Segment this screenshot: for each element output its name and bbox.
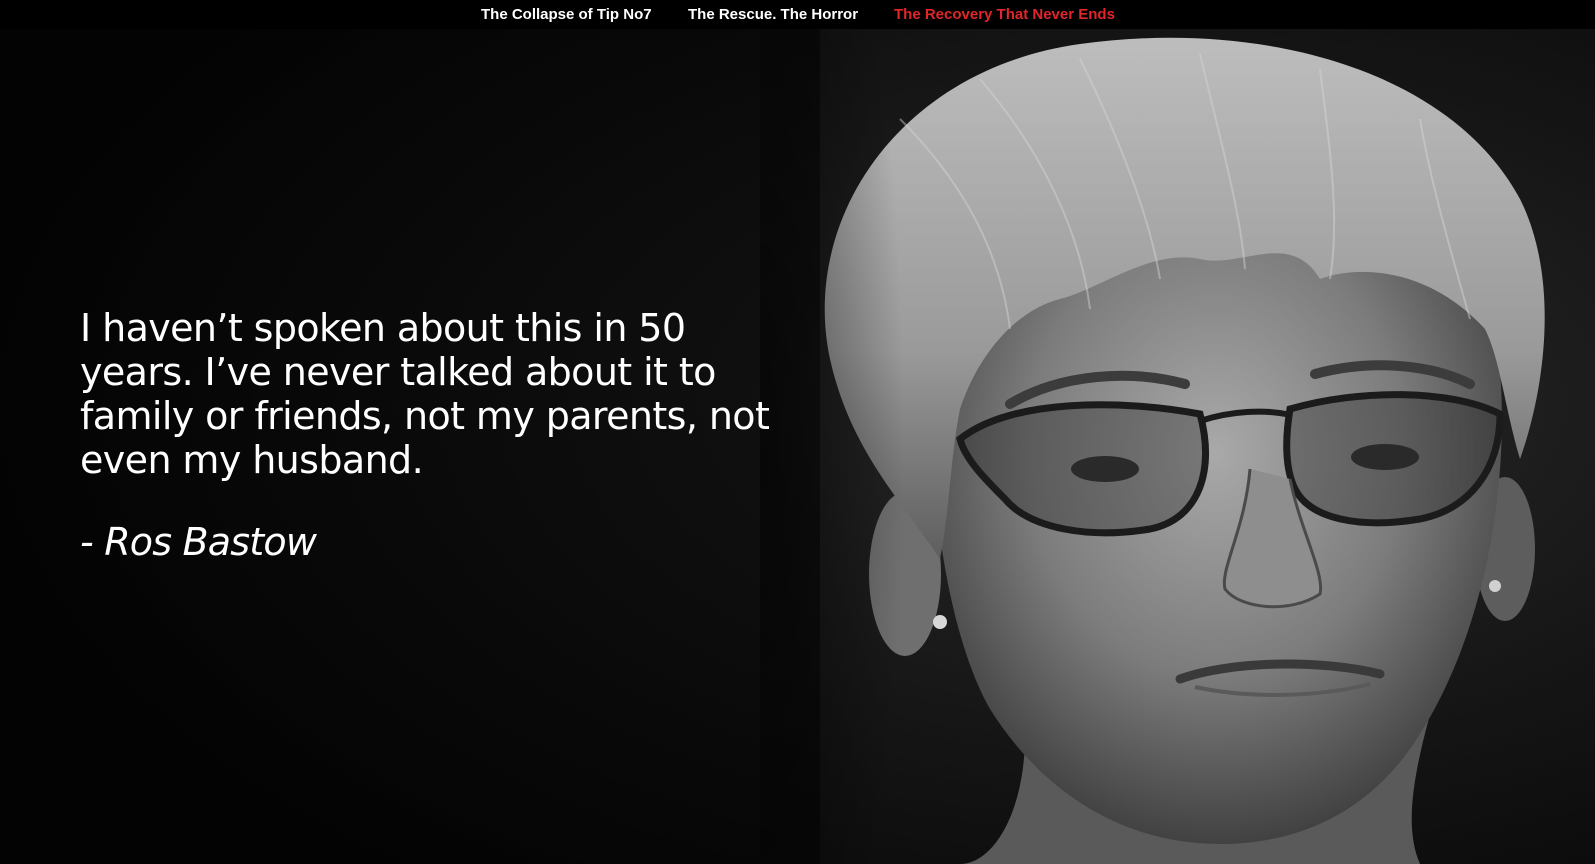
- nav-link-collapse-of-tip-no7[interactable]: The Collapse of Tip No7: [481, 6, 652, 23]
- nav-link-recovery-never-ends[interactable]: The Recovery That Never Ends: [894, 6, 1115, 23]
- quote-attribution: - Ros Bastow: [80, 520, 317, 564]
- quote-text: I haven’t spoken about this in 50 years.…: [80, 306, 770, 482]
- top-navigation: The Collapse of Tip No7 The Rescue. The …: [0, 0, 1595, 29]
- nav-link-rescue-horror[interactable]: The Rescue. The Horror: [688, 6, 858, 23]
- page: The Collapse of Tip No7 The Rescue. The …: [0, 0, 1595, 864]
